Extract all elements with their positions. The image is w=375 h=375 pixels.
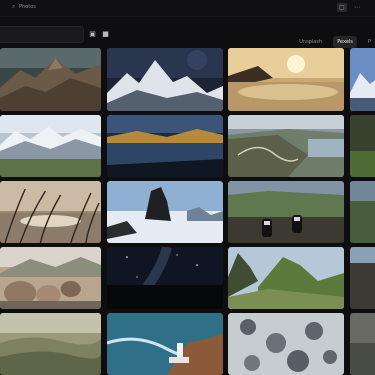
photo-tile[interactable] <box>0 313 101 375</box>
search-input[interactable] <box>0 33 83 48</box>
tab-pexels[interactable]: Pexels <box>333 36 357 48</box>
photo-tile[interactable] <box>107 115 223 177</box>
source-tabs: Unsplash Pexels P <box>293 28 375 48</box>
photo-tile[interactable] <box>350 115 375 177</box>
photo-tile[interactable] <box>350 181 375 243</box>
photo-tile[interactable] <box>228 313 344 375</box>
title-bar: ⌕ Photos ▢ ⋯ <box>0 0 375 17</box>
search-box[interactable] <box>0 26 84 48</box>
photo-tile[interactable] <box>0 247 101 309</box>
photo-tile[interactable] <box>228 115 344 177</box>
image-icon[interactable]: ▣ <box>88 30 97 39</box>
photo-tile[interactable] <box>107 48 223 111</box>
photo-tile[interactable] <box>228 247 344 309</box>
tab-unsplash[interactable]: Unsplash <box>295 36 326 48</box>
photo-tile[interactable] <box>228 48 344 111</box>
photo-tile[interactable] <box>0 115 101 177</box>
search-icon: ⌕ <box>12 3 16 10</box>
photo-tile[interactable] <box>107 313 223 375</box>
photo-grid <box>0 48 375 375</box>
photo-tile[interactable] <box>350 313 375 375</box>
photo-tile[interactable] <box>350 48 375 111</box>
titlebar-tab-button[interactable]: ▢ <box>337 3 347 12</box>
photo-tile[interactable] <box>228 181 344 243</box>
photo-tile[interactable] <box>0 48 101 111</box>
window-title: Photos <box>19 4 36 10</box>
photo-tile[interactable] <box>0 181 101 243</box>
video-icon[interactable]: ■ <box>101 30 110 39</box>
photos-window: ⌕ Photos ▢ ⋯ ▣ ■ Unsplash Pexels P <box>0 0 375 375</box>
photo-tile[interactable] <box>107 247 223 309</box>
titlebar-more-button[interactable]: ⋯ <box>352 3 362 12</box>
photo-tile[interactable] <box>107 181 223 243</box>
photo-tile[interactable] <box>350 247 375 309</box>
tab-more[interactable]: P <box>364 36 375 48</box>
toolbar: ▣ ■ Unsplash Pexels P <box>0 23 375 48</box>
